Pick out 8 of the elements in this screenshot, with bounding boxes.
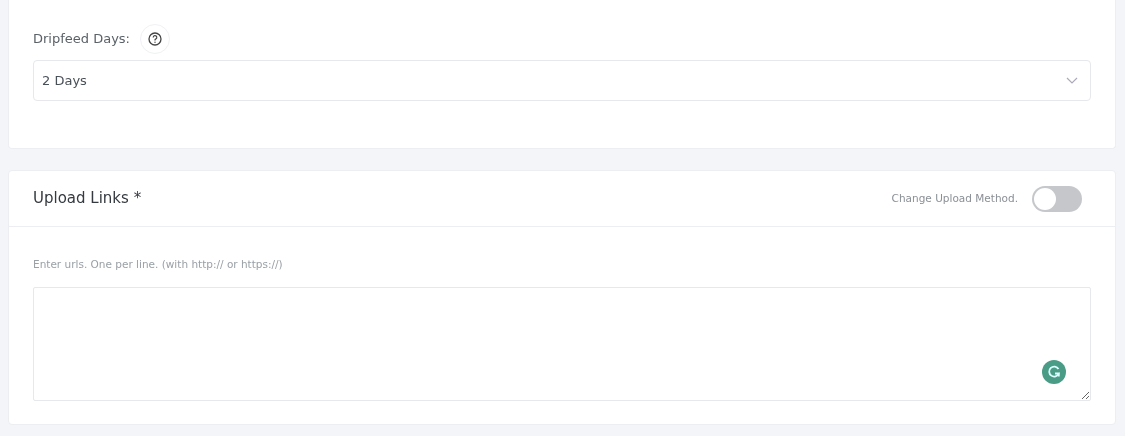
chevron-down-icon: [1066, 76, 1078, 85]
refresh-badge-icon[interactable]: [1042, 359, 1066, 384]
toggle-label: Change Upload Method.: [891, 190, 1018, 206]
field-label: Dripfeed Days:: [33, 30, 130, 49]
toggle-switch[interactable]: [1032, 185, 1082, 212]
section-title: Upload Links *: [33, 188, 142, 210]
days-select[interactable]: 2 Days: [33, 60, 1091, 101]
hint-text: Enter urls. One per line. (with http:// or https://): [33, 257, 284, 272]
